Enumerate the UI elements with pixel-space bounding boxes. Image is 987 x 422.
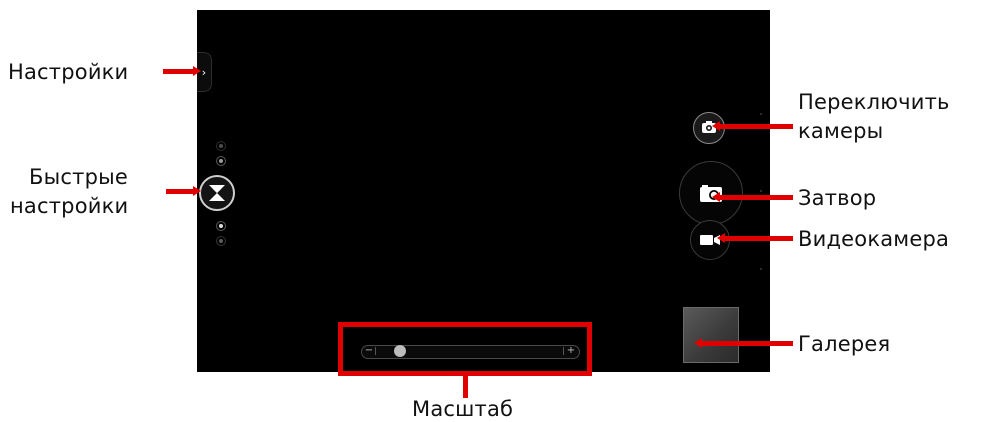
switch-camera-label-line1: Переключить	[798, 90, 950, 114]
gallery-label: Галерея	[798, 332, 891, 356]
switch-camera-label-line2: камеры	[798, 119, 884, 143]
settings-label: Настройки	[8, 60, 129, 84]
callout-arrow	[694, 338, 702, 348]
callout-arrow	[712, 121, 720, 131]
callout-line	[718, 195, 793, 200]
aperture-icon	[209, 185, 225, 201]
shutter-label: Затвор	[798, 186, 877, 210]
shutter-button[interactable]	[679, 161, 743, 225]
quick-settings-button[interactable]	[199, 175, 235, 211]
callout-line	[166, 189, 194, 194]
callout-arrow	[193, 66, 201, 76]
callout-line	[723, 236, 793, 241]
zoom-highlight-box	[338, 322, 592, 376]
quick-settings-label-line2: настройки	[10, 194, 129, 218]
video-camera-label: Видеокамера	[798, 227, 950, 251]
indicator-dot	[760, 190, 762, 192]
indicator-dot	[760, 268, 762, 270]
indicator-dot	[760, 113, 762, 115]
callout-line	[463, 376, 468, 398]
callout-arrow	[717, 233, 725, 243]
quick-option-dot[interactable]	[216, 141, 226, 151]
callout-line	[718, 124, 793, 129]
quick-option-dot[interactable]	[216, 221, 226, 231]
callout-line	[163, 69, 195, 74]
callout-arrow	[712, 192, 720, 202]
quick-settings-label-line1: Быстрые	[29, 165, 128, 189]
callout-arrow	[193, 186, 201, 196]
zoom-label: Масштаб	[412, 397, 514, 421]
callout-line	[700, 341, 793, 346]
gallery-thumbnail[interactable]	[683, 307, 739, 363]
quick-option-dot[interactable]	[216, 236, 226, 246]
chevron-right-icon: ›	[201, 65, 207, 79]
quick-option-dot[interactable]	[216, 156, 226, 166]
